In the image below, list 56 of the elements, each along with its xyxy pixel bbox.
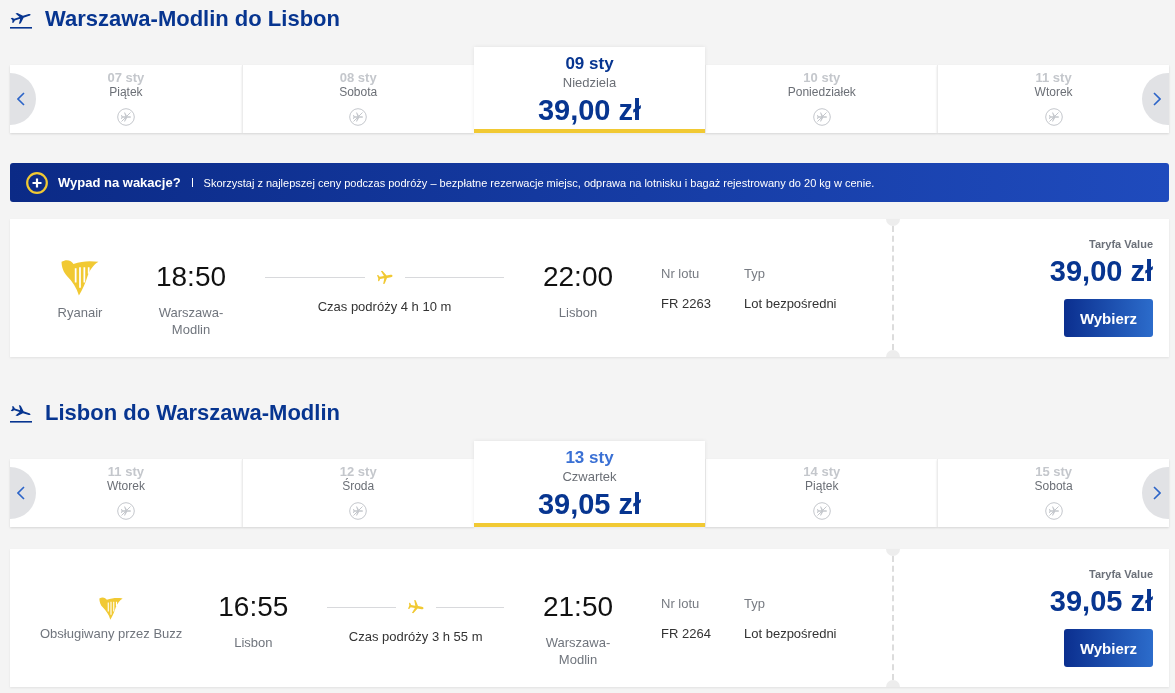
flight-number: FR 2263 — [661, 295, 711, 312]
flight-duration: Czas podróży 3 h 55 m — [348, 628, 483, 645]
crossed-plane-icon — [116, 108, 135, 126]
chevron-right-icon — [1153, 486, 1161, 500]
crossed-plane-icon — [1044, 108, 1063, 126]
date-tab[interactable]: 14 sty Piątek — [705, 459, 938, 527]
chevron-left-icon — [17, 486, 25, 500]
chevron-right-icon — [1153, 92, 1161, 106]
flight-number-label: Nr lotu — [661, 265, 700, 282]
landing-icon — [10, 403, 32, 423]
flight-number: FR 2264 — [661, 625, 711, 642]
date-tab[interactable]: 12 sty Środa — [241, 459, 474, 527]
fare-price: 39,05 zł — [1049, 585, 1153, 617]
crossed-plane-icon — [349, 502, 368, 520]
departure-airport: Warszawa-Modlin — [157, 304, 225, 338]
route-title: Warszawa-Modlin do Lisbon — [45, 5, 340, 33]
arrival-time: 22:00 — [542, 260, 614, 294]
fare-label: Taryfa Value — [1089, 238, 1153, 251]
date-tab[interactable]: 10 sty Poniedziałek — [705, 65, 938, 133]
departure-time: 18:50 — [155, 260, 227, 294]
date-tab[interactable]: 08 sty Sobota — [241, 65, 474, 133]
date-tab[interactable]: 07 sty Piątek — [10, 65, 242, 133]
fare-price: 39,00 zł — [1049, 255, 1153, 287]
date-tab[interactable]: 15 sty Sobota — [937, 459, 1169, 527]
crossed-plane-icon — [116, 502, 135, 520]
airline-name: Obsługiwany przez Buzz — [40, 625, 183, 642]
harp-logo-icon — [61, 258, 99, 296]
date-tab[interactable]: 09 sty Niedziela 39,00 zł — [473, 47, 706, 133]
date-tab[interactable]: 13 sty Czwartek 39,05 zł — [473, 441, 706, 527]
flight-duration: Czas podróży 4 h 10 m — [317, 298, 452, 315]
promo-text: Skorzystaj z najlepszej ceny podczas podróży – bezpłatne rezerwacje miejsc, odprawa na lotnisku i bagaż rejestrowany do 20 kg w cenie. — [203, 176, 875, 189]
airline-name: Ryanair — [57, 304, 103, 321]
flight-type: Lot bezpośredni — [744, 295, 837, 312]
crossed-plane-icon — [349, 108, 368, 126]
crossed-plane-icon — [812, 502, 831, 520]
flight-type-label: Typ — [744, 595, 765, 612]
fare-label: Taryfa Value — [1089, 568, 1153, 581]
flight-type: Lot bezpośredni — [744, 625, 837, 642]
arrival-time: 21:50 — [542, 590, 614, 624]
plus-circle-icon — [26, 171, 48, 194]
flight-number-label: Nr lotu — [661, 595, 700, 612]
arrival-airport: Warszawa-Modlin — [544, 634, 612, 668]
crossed-plane-icon — [1044, 502, 1063, 520]
date-tab[interactable]: 11 sty Wtorek — [10, 459, 242, 527]
date-tab[interactable]: 11 sty Wtorek — [937, 65, 1169, 133]
route-title: Lisbon do Warszawa-Modlin — [45, 399, 340, 427]
select-button[interactable]: Wybierz — [1064, 629, 1153, 667]
promo-title: Wypad na wakacje? — [58, 175, 181, 190]
chevron-left-icon — [17, 92, 25, 106]
harp-logo-icon — [99, 596, 124, 620]
flight-type-label: Typ — [744, 265, 765, 282]
crossed-plane-icon — [812, 108, 831, 126]
select-button[interactable]: Wybierz — [1064, 299, 1153, 337]
departure-airport: Lisbon — [234, 634, 273, 651]
arrival-airport: Lisbon — [558, 304, 598, 321]
departure-time: 16:55 — [218, 590, 289, 624]
